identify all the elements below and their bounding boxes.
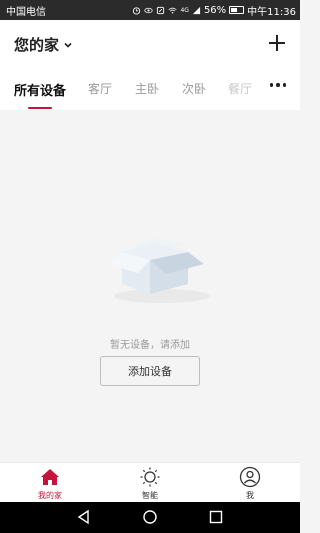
carrier-label: 中国电信 bbox=[6, 6, 46, 18]
network-type-label: 4G bbox=[180, 6, 189, 14]
home-button-icon[interactable] bbox=[142, 509, 158, 525]
bottom-tab-me[interactable]: 我 bbox=[220, 466, 280, 501]
signal-icon bbox=[192, 6, 201, 14]
add-device-button[interactable]: 添加设备 bbox=[100, 356, 200, 386]
bottom-tab-smart[interactable]: 智能 bbox=[120, 466, 180, 501]
tab-second-bedroom[interactable]: 次卧 bbox=[182, 80, 206, 97]
wifi-icon bbox=[168, 7, 177, 13]
home-selector[interactable]: 您的家 bbox=[14, 34, 73, 55]
bottom-tab-label: 智能 bbox=[142, 491, 158, 500]
tab-dining-room[interactable]: 餐厅 bbox=[228, 80, 252, 97]
user-icon bbox=[239, 466, 261, 488]
empty-state-message: 暂无设备，请添加 bbox=[110, 340, 190, 351]
device-list-area: 暂无设备，请添加 添加设备 bbox=[0, 110, 300, 462]
bottom-tab-bar: 我的家 智能 我 bbox=[0, 462, 300, 502]
nfc-icon bbox=[157, 6, 165, 14]
recent-apps-icon[interactable] bbox=[208, 509, 224, 525]
sun-icon bbox=[140, 467, 160, 487]
tab-living-room[interactable]: 客厅 bbox=[88, 80, 112, 97]
bottom-tab-label: 我 bbox=[246, 491, 254, 500]
back-icon[interactable] bbox=[76, 509, 92, 525]
bottom-tab-my-home[interactable]: 我的家 bbox=[20, 466, 80, 501]
clock: 中午11:36 bbox=[247, 6, 296, 18]
status-bar: 中国电信 4G 56% 中午11:36 bbox=[0, 0, 300, 20]
empty-box-illustration bbox=[108, 238, 210, 303]
tab-master-bedroom[interactable]: 主卧 bbox=[135, 80, 159, 97]
battery-percent: 56% bbox=[203, 4, 227, 16]
add-icon[interactable] bbox=[266, 32, 288, 54]
eye-icon bbox=[144, 7, 154, 13]
battery-icon bbox=[229, 6, 245, 14]
home-icon bbox=[41, 469, 59, 485]
system-nav-bar bbox=[0, 502, 300, 533]
tab-all-devices[interactable]: 所有设备 bbox=[14, 80, 66, 99]
bottom-tab-label: 我的家 bbox=[38, 491, 62, 500]
active-tab-indicator bbox=[28, 107, 52, 109]
more-icon[interactable] bbox=[269, 83, 286, 87]
status-indicators: 4G 56% 中午11:36 bbox=[132, 3, 296, 18]
room-tabs: 所有设备 客厅 主卧 次卧 餐厅 bbox=[0, 80, 300, 110]
chevron-down-icon bbox=[64, 42, 72, 48]
battery-level bbox=[231, 8, 238, 12]
home-title: 您的家 bbox=[14, 36, 60, 54]
alarm-icon bbox=[133, 6, 141, 15]
header: 您的家 所有设备 客厅 主卧 次卧 餐厅 bbox=[0, 20, 300, 110]
